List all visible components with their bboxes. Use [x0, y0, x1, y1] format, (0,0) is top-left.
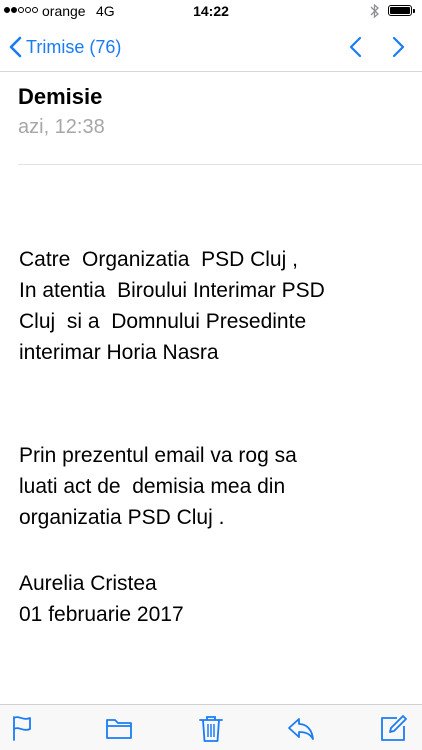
navigation-bar: Trimise (76) [0, 22, 422, 72]
body-paragraph-request: Prin prezentul email va rog sa luati act… [19, 440, 414, 533]
body-line: Prin prezentul email va rog sa [19, 444, 297, 467]
reply-icon[interactable] [286, 713, 316, 743]
body-line: luati act de demisia mea din [19, 475, 286, 498]
signature-name: Aurelia Cristea [19, 572, 157, 595]
body-line: organizatia PSD Cluj . [19, 506, 225, 529]
body-line: Cluj si a Domnului Presedinte [19, 310, 307, 333]
status-time: 14:22 [193, 3, 229, 19]
body-line: interimar Horia Nasra [19, 341, 219, 364]
header-divider [18, 164, 422, 165]
bottom-toolbar [0, 704, 422, 750]
compose-icon[interactable] [378, 713, 408, 743]
folder-icon[interactable] [104, 713, 134, 743]
body-line: Catre Organizatia PSD Cluj , [19, 248, 298, 271]
trash-icon[interactable] [196, 713, 226, 743]
mail-message-screen: orange 4G 14:22 Trimise (76) Demisie azi… [0, 0, 422, 750]
back-button-label: Trimise (76) [26, 36, 122, 57]
signature-date: 01 februarie 2017 [19, 603, 184, 626]
bluetooth-icon [370, 3, 379, 19]
status-bar: orange 4G 14:22 [0, 0, 422, 22]
body-signature: Aurelia Cristea 01 februarie 2017 [19, 568, 414, 630]
body-line: In atentia Biroului Interimar PSD [19, 279, 325, 302]
back-button[interactable]: Trimise (76) [8, 34, 121, 60]
previous-message-button[interactable] [346, 36, 366, 58]
flag-icon[interactable] [8, 713, 38, 743]
battery-icon [388, 5, 415, 16]
message-subject: Demisie [18, 84, 103, 109]
next-message-button[interactable] [388, 36, 408, 58]
chevron-left-icon [9, 36, 22, 58]
body-paragraph-addressee: Catre Organizatia PSD Cluj , In atentia … [19, 244, 414, 368]
message-date: azi, 12:38 [18, 116, 105, 138]
